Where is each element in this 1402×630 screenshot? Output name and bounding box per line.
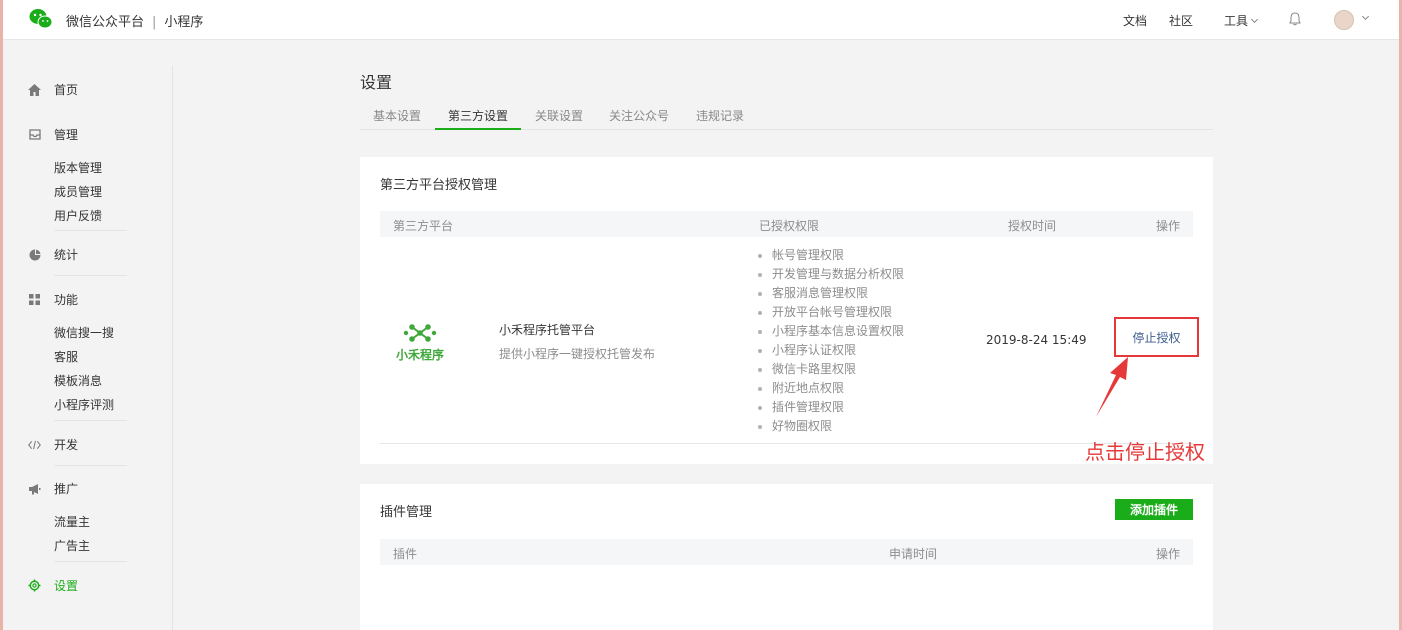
grid-icon — [28, 293, 41, 306]
sidebar-group-promote-label: 推广 — [54, 482, 79, 496]
annotation-text: 点击停止授权 — [1085, 440, 1205, 464]
list-item: 开发管理与数据分析权限 — [758, 265, 904, 284]
table-header: 插件 申请时间 操作 — [380, 539, 1193, 565]
brand-separator: | — [152, 15, 157, 30]
column-header-plugin: 插件 — [393, 547, 418, 561]
list-item: 微信卡路里权限 — [758, 360, 904, 379]
column-header-auth-time: 授权时间 — [1008, 219, 1057, 233]
sidebar-item-advertiser[interactable]: 广告主 — [54, 537, 90, 554]
sidebar-divider — [54, 465, 127, 466]
sidebar-group-features-label: 功能 — [54, 293, 79, 307]
list-item: 附近地点权限 — [758, 379, 904, 398]
column-header-action: 操作 — [1156, 219, 1181, 233]
sidebar-item-review[interactable]: 小程序评测 — [54, 396, 114, 413]
home-icon — [28, 83, 41, 96]
code-icon — [28, 438, 41, 451]
top-header: 微信公众平台 | 小程序 文档 社区 工具 — [3, 0, 1399, 40]
sidebar-group-manage[interactable]: 管理 — [28, 126, 78, 143]
sidebar-item-settings-label: 设置 — [54, 579, 79, 593]
sidebar-divider — [54, 420, 127, 421]
pie-chart-icon — [28, 248, 41, 261]
list-item: 插件管理权限 — [758, 398, 904, 417]
annotation-arrow-icon — [1096, 357, 1128, 417]
nav-tools[interactable]: 工具 — [1223, 12, 1259, 29]
list-item: 好物圈权限 — [758, 417, 904, 436]
nav-community[interactable]: 社区 — [1169, 12, 1193, 29]
sidebar-divider — [54, 230, 127, 231]
sidebar-group-features[interactable]: 功能 — [28, 291, 78, 308]
settings-tabs: 基本设置 第三方设置 关联设置 关注公众号 违规记录 — [360, 107, 1213, 130]
sidebar-item-settings[interactable]: 设置 — [28, 577, 78, 594]
sidebar-item-wechat-search[interactable]: 微信搜一搜 — [54, 324, 114, 341]
sidebar-divider — [54, 561, 127, 562]
plugin-manage-card: 插件管理 添加插件 插件 申请时间 操作 — [360, 484, 1213, 630]
sidebar-item-version-manage[interactable]: 版本管理 — [54, 159, 102, 176]
sidebar-item-traffic-owner[interactable]: 流量主 — [54, 513, 90, 530]
sidebar-divider — [54, 275, 127, 276]
stop-authorization-button[interactable]: 停止授权 — [1114, 317, 1199, 357]
sidebar-item-user-feedback[interactable]: 用户反馈 — [54, 207, 102, 224]
third-party-auth-card: 第三方平台授权管理 第三方平台 已授权权限 授权时间 操作 小禾程序 小禾程序托… — [360, 157, 1213, 464]
avatar[interactable] — [1334, 10, 1354, 30]
row-divider — [380, 443, 1193, 444]
column-header-permissions: 已授权权限 — [759, 219, 820, 233]
page-title: 设置 — [360, 73, 393, 92]
list-item: 客服消息管理权限 — [758, 284, 904, 303]
sidebar-item-template-message[interactable]: 模板消息 — [54, 372, 102, 389]
product-name: 小程序 — [164, 15, 204, 30]
sidebar-item-stats[interactable]: 统计 — [28, 246, 78, 263]
sidebar-item-member-manage[interactable]: 成员管理 — [54, 183, 102, 200]
wechat-logo-icon — [29, 9, 53, 29]
card-title: 插件管理 — [380, 505, 433, 520]
column-header-platform: 第三方平台 — [393, 219, 454, 233]
column-header-apply-time: 申请时间 — [889, 547, 938, 561]
card-title: 第三方平台授权管理 — [380, 178, 498, 193]
nav-docs[interactable]: 文档 — [1123, 12, 1147, 29]
tab-third-party-settings[interactable]: 第三方设置 — [435, 107, 522, 130]
platform-logo-text: 小禾程序 — [395, 348, 444, 362]
brand-title[interactable]: 微信公众平台 | 小程序 — [66, 11, 203, 30]
sidebar-item-stats-label: 统计 — [54, 248, 79, 262]
list-item: 小程序认证权限 — [758, 341, 904, 360]
sidebar-item-dev-label: 开发 — [54, 438, 79, 452]
list-item: 开放平台帐号管理权限 — [758, 303, 904, 322]
nav-tools-label: 工具 — [1223, 14, 1248, 28]
permission-list: 帐号管理权限 开发管理与数据分析权限 客服消息管理权限 开放平台帐号管理权限 小… — [758, 246, 904, 436]
platform-name: 小禾程序托管平台 — [499, 323, 596, 337]
add-plugin-button[interactable]: 添加插件 — [1115, 499, 1193, 520]
chevron-down-icon — [1250, 15, 1259, 24]
sidebar-group-manage-label: 管理 — [54, 128, 79, 142]
gear-icon — [28, 579, 41, 592]
sidebar: 首页 管理 版本管理 成员管理 用户反馈 统计 功能 微信搜一搜 客服 模板消息… — [3, 40, 175, 630]
tab-basic-settings[interactable]: 基本设置 — [360, 107, 434, 130]
list-item: 帐号管理权限 — [758, 246, 904, 265]
sidebar-border — [172, 66, 173, 630]
tab-association-settings[interactable]: 关联设置 — [522, 107, 596, 130]
sidebar-item-customer-service[interactable]: 客服 — [54, 348, 78, 365]
column-header-action: 操作 — [1156, 547, 1181, 561]
list-item: 小程序基本信息设置权限 — [758, 322, 904, 341]
sidebar-item-dev[interactable]: 开发 — [28, 436, 78, 453]
sidebar-group-promote[interactable]: 推广 — [28, 480, 78, 497]
sidebar-item-home-label: 首页 — [54, 83, 79, 97]
auth-time: 2019-8-24 15:49 — [986, 333, 1087, 347]
tab-violation-records[interactable]: 违规记录 — [683, 107, 757, 130]
bell-icon[interactable] — [1289, 12, 1301, 26]
brand-name: 微信公众平台 — [66, 15, 145, 30]
megaphone-icon — [28, 482, 41, 495]
avatar-chevron-down-icon[interactable] — [1361, 12, 1370, 21]
tab-follow-official-account[interactable]: 关注公众号 — [596, 107, 682, 130]
inbox-icon — [28, 128, 41, 141]
sidebar-item-home[interactable]: 首页 — [28, 81, 78, 98]
platform-description: 提供小程序一键授权托管发布 — [499, 347, 656, 361]
table-header: 第三方平台 已授权权限 授权时间 操作 — [380, 211, 1193, 237]
